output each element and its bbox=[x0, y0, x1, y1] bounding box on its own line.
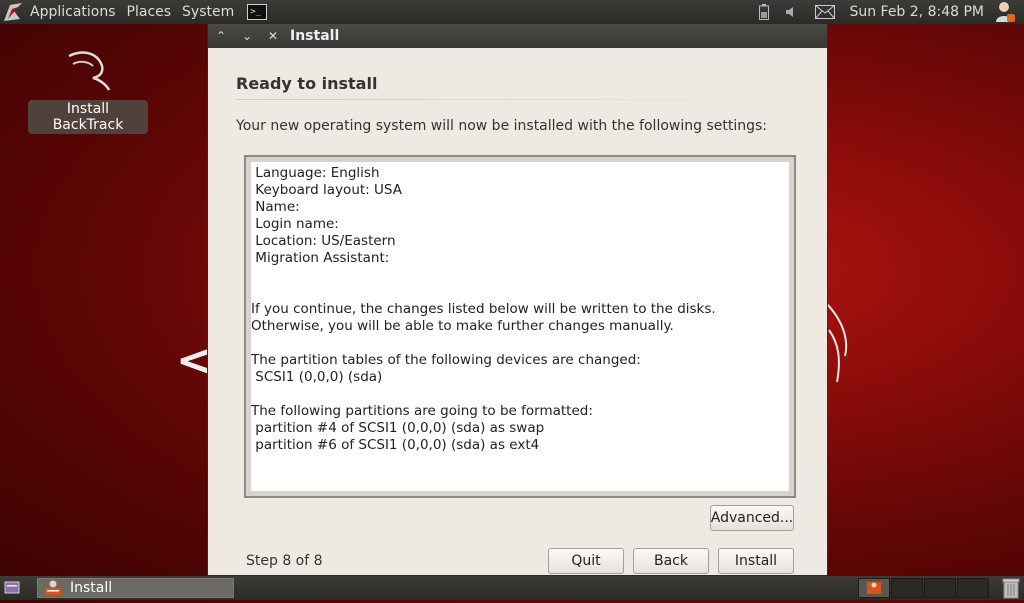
terminal-launcher-icon[interactable]: >_ bbox=[247, 4, 268, 20]
summary-line: Name: bbox=[251, 199, 304, 215]
installer-icon bbox=[45, 580, 61, 595]
user-shutdown-icon[interactable] bbox=[994, 1, 1016, 23]
heading-separator bbox=[236, 99, 786, 100]
summary-line: The partition tables of the following de… bbox=[251, 352, 641, 368]
summary-line bbox=[251, 284, 789, 301]
summary-line: partition #4 of SCSI1 (0,0,0) (sda) as s… bbox=[251, 420, 545, 436]
minimize-chevron-down-icon[interactable]: ⌄ bbox=[234, 24, 260, 48]
workspace-1[interactable] bbox=[858, 578, 890, 598]
window-title: Install bbox=[290, 28, 340, 44]
page-title: Ready to install bbox=[236, 74, 378, 93]
menu-system[interactable]: System bbox=[178, 4, 238, 20]
window-titlebar[interactable]: ⌃ ⌄ ✕ Install bbox=[208, 24, 827, 48]
top-panel: Applications Places System >_ Sun Feb 2,… bbox=[0, 0, 1024, 24]
menu-places[interactable]: Places bbox=[123, 4, 176, 20]
quit-button[interactable]: Quit bbox=[548, 548, 624, 574]
desktop-icon-install-backtrack[interactable]: Install BackTrack bbox=[28, 46, 148, 134]
advanced-button[interactable]: Advanced... bbox=[710, 505, 794, 531]
taskbar-item-label: Install bbox=[70, 580, 113, 596]
desktop-icon-label: Install BackTrack bbox=[28, 100, 148, 134]
workspace-window-icon bbox=[867, 582, 881, 594]
install-button[interactable]: Install bbox=[718, 548, 794, 574]
summary-line: SCSI1 (0,0,0) (sda) bbox=[251, 369, 383, 385]
step-indicator: Step 8 of 8 bbox=[246, 553, 323, 569]
close-icon[interactable]: ✕ bbox=[260, 24, 286, 48]
summary-line bbox=[251, 335, 789, 352]
show-desktop-icon[interactable] bbox=[4, 580, 20, 600]
summary-line: The following partitions are going to be… bbox=[251, 403, 593, 419]
summary-line: Language: English bbox=[251, 165, 380, 181]
taskbar-item-install[interactable]: Install bbox=[37, 578, 234, 598]
install-window: ⌃ ⌄ ✕ Install Ready to install Your new … bbox=[207, 24, 828, 576]
roll-up-icon[interactable]: ⌃ bbox=[208, 24, 234, 48]
trash-icon[interactable] bbox=[1000, 577, 1022, 603]
system-tray: Sun Feb 2, 8:48 PM bbox=[751, 0, 1024, 24]
summary-line bbox=[251, 267, 789, 284]
summary-line: Migration Assistant: bbox=[251, 250, 394, 266]
workspace-3[interactable] bbox=[924, 578, 956, 598]
menu-applications[interactable]: Applications bbox=[26, 4, 120, 20]
mail-icon[interactable] bbox=[815, 5, 836, 19]
volume-icon[interactable] bbox=[785, 5, 799, 19]
install-summary-box[interactable]: Language: English Keyboard layout: USA N… bbox=[244, 155, 796, 498]
workspace-2[interactable] bbox=[891, 578, 923, 598]
workspace-4[interactable] bbox=[957, 578, 989, 598]
summary-line: partition #6 of SCSI1 (0,0,0) (sda) as e… bbox=[251, 437, 540, 453]
backtrack-dragon-icon bbox=[68, 51, 111, 91]
back-button[interactable]: Back bbox=[633, 548, 709, 574]
bottom-panel: Install bbox=[0, 576, 1024, 600]
summary-line bbox=[251, 386, 789, 403]
page-description: Your new operating system will now be in… bbox=[236, 118, 768, 134]
summary-line: If you continue, the changes listed belo… bbox=[251, 301, 716, 317]
summary-line: Location: US/Eastern bbox=[251, 233, 396, 249]
clock[interactable]: Sun Feb 2, 8:48 PM bbox=[849, 4, 984, 20]
summary-line: Keyboard layout: USA bbox=[251, 182, 402, 198]
summary-line: Login name: bbox=[251, 216, 344, 232]
battery-icon[interactable] bbox=[759, 4, 770, 20]
summary-line: Otherwise, you will be able to make furt… bbox=[251, 318, 674, 334]
install-summary-text[interactable]: Language: English Keyboard layout: USA N… bbox=[251, 162, 789, 491]
backtrack-logo-icon[interactable] bbox=[0, 0, 26, 24]
